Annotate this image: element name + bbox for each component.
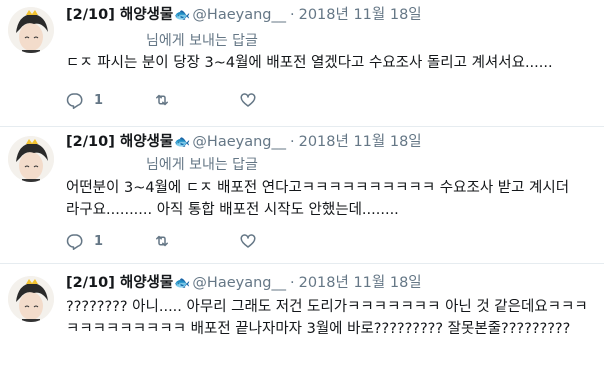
reply-count: 1 xyxy=(94,233,104,249)
timeline: [2/10] 해양생물🐟 @Haeyang__ · 2018년 11월 18일 님에게… xyxy=(0,0,604,373)
tweet-header: [2/10] 해양생물🐟 @Haeyang__ · 2018년 11월 18일 xyxy=(66,132,422,153)
reply-context: 님에게 보내는 답글 xyxy=(146,33,258,49)
tweet[interactable]: [2/10] 해양생물🐟 @Haeyang__ · 2018년 11월 18일 님에게… xyxy=(0,0,604,127)
username[interactable]: @Haeyang__ xyxy=(192,275,286,291)
username[interactable]: @Haeyang__ xyxy=(192,134,286,150)
retweet-icon xyxy=(156,235,168,247)
tweet-text-line: ㄷㅈ 파시는 분이 당장 3~4월에 배포전 열겠다고 수요조사 돌리고 계셔서… xyxy=(66,55,553,71)
retweet-button[interactable] xyxy=(153,90,239,110)
tweet-text: 어떤분이 3~4월에 ㄷㅈ 배포전 연다고ㅋㅋㅋㅋㅋㅋㅋㅋㅋㅋ 수요조사 받고 … xyxy=(66,177,569,221)
tweet[interactable]: [2/10] 해양생물🐟 @Haeyang__ · 2018년 11월 18일 님에게… xyxy=(0,127,604,264)
fish-icon: 🐟 xyxy=(174,135,191,150)
reply-button[interactable]: 1 xyxy=(66,90,153,110)
separator-dot: · xyxy=(290,275,295,291)
retweet-button[interactable] xyxy=(153,231,239,251)
reply-button[interactable]: 1 xyxy=(66,231,153,251)
tweet-header: [2/10] 해양생물🐟 @Haeyang__ · 2018년 11월 18일 xyxy=(66,5,422,26)
retweet-icon xyxy=(156,94,168,106)
avatar[interactable] xyxy=(8,276,54,322)
avatar-illustration xyxy=(8,7,54,53)
display-name[interactable]: [2/10] 해양생물 xyxy=(66,7,173,23)
timestamp[interactable]: 2018년 11월 18일 xyxy=(299,134,422,150)
tweet-text-line: ㅋㅋㅋㅋㅋㅋㅋㅋㅋ 배포전 끝나자마자 3월에 바로????????? 잘못본줄… xyxy=(66,321,571,337)
timestamp[interactable]: 2018년 11월 18일 xyxy=(299,7,422,23)
tweet-text: ㄷㅈ 파시는 분이 당장 3~4월에 배포전 열겠다고 수요조사 돌리고 계셔서… xyxy=(66,52,553,74)
timestamp[interactable]: 2018년 11월 18일 xyxy=(299,275,422,291)
tweet-header: [2/10] 해양생물🐟 @Haeyang__ · 2018년 11월 18일 xyxy=(66,273,422,294)
username[interactable]: @Haeyang__ xyxy=(192,7,286,23)
avatar[interactable] xyxy=(8,136,54,182)
avatar[interactable] xyxy=(8,7,54,53)
tweet[interactable]: [2/10] 해양생물🐟 @Haeyang__ · 2018년 11월 18일 ???… xyxy=(0,264,604,373)
reply-context: 님에게 보내는 답글 xyxy=(146,157,258,173)
heart-icon xyxy=(240,93,256,107)
separator-dot: · xyxy=(290,134,295,150)
reply-count: 1 xyxy=(94,92,104,108)
tweet-actions: 1 xyxy=(66,231,325,251)
display-name[interactable]: [2/10] 해양생물 xyxy=(66,275,173,291)
like-button[interactable] xyxy=(239,231,325,251)
like-button[interactable] xyxy=(239,90,325,110)
display-name[interactable]: [2/10] 해양생물 xyxy=(66,134,173,150)
tweet-text-line: 어떤분이 3~4월에 ㄷㅈ 배포전 연다고ㅋㅋㅋㅋㅋㅋㅋㅋㅋㅋ 수요조사 받고 … xyxy=(66,180,570,196)
tweet-text-line: 라구요.......... 아직 통합 배포전 시작도 안했는데........ xyxy=(66,202,399,218)
fish-icon: 🐟 xyxy=(174,8,191,23)
reply-icon xyxy=(66,93,83,109)
separator-dot: · xyxy=(290,7,295,23)
avatar-illustration xyxy=(8,136,54,182)
tweet-actions: 1 xyxy=(66,90,325,110)
reply-icon xyxy=(66,234,83,250)
tweet-text: ???????? 아니..... 아무리 그래도 저건 도리가ㅋㅋㅋㅋㅋㅋㅋ 아… xyxy=(66,296,588,340)
fish-icon: 🐟 xyxy=(174,276,191,291)
tweet-text-line: ???????? 아니..... 아무리 그래도 저건 도리가ㅋㅋㅋㅋㅋㅋㅋ 아… xyxy=(66,299,588,315)
heart-icon xyxy=(240,234,256,248)
avatar-illustration xyxy=(8,276,54,322)
